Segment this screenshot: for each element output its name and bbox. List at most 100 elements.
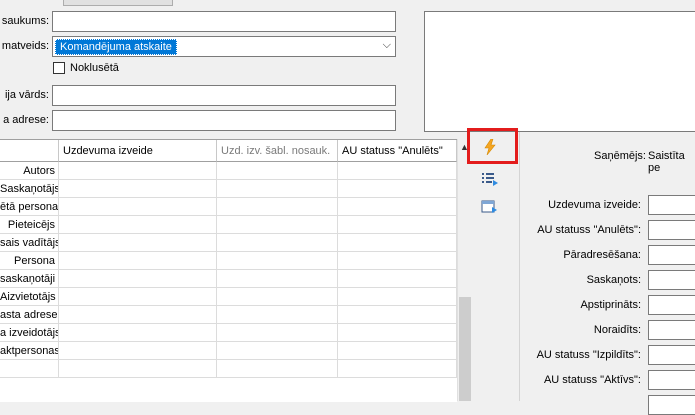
table-cell[interactable] — [338, 270, 457, 288]
table-row[interactable]: a izveidotājs — [0, 324, 457, 342]
table-row[interactable]: aktpersonas — [0, 342, 457, 360]
template-type-selected: Komandējuma atskaite — [55, 39, 177, 55]
table-cell[interactable] — [217, 270, 338, 288]
column-header[interactable]: Uzdevuma izveide — [59, 140, 217, 162]
column-header[interactable]: Uzd. izv. šabl. nosauk. — [217, 140, 338, 162]
recipient-label: Saņēmējs: — [594, 150, 646, 162]
row-header: saskaņotāji — [0, 270, 59, 288]
row-header: Aizvietotājs — [0, 288, 59, 306]
chevron-down-icon[interactable]: ⌵ — [383, 39, 391, 52]
table-cell[interactable] — [59, 288, 217, 306]
table-cell[interactable] — [338, 234, 457, 252]
table-cell[interactable] — [338, 360, 457, 378]
table-row[interactable]: Pieteicējs — [0, 216, 457, 234]
field-input[interactable] — [648, 195, 695, 215]
table-cell[interactable] — [59, 360, 217, 378]
scroll-thumb[interactable] — [459, 297, 471, 401]
template-type-label: matveids: — [1, 40, 49, 52]
table-row[interactable]: Aizvietotājs — [0, 288, 457, 306]
table-cell[interactable] — [338, 324, 457, 342]
table-cell[interactable] — [338, 162, 457, 180]
table-cell[interactable] — [59, 162, 217, 180]
row-header: Persona — [0, 252, 59, 270]
column-header[interactable]: AU statuss "Anulēts" — [338, 140, 457, 162]
template-type-select[interactable]: Komandējuma atskaite ⌵ — [52, 36, 396, 57]
field-label: Saskaņots: — [586, 274, 641, 286]
table-cell[interactable] — [59, 234, 217, 252]
table-cell[interactable] — [217, 234, 338, 252]
row-header: a izveidotājs — [0, 324, 59, 342]
table-cell[interactable] — [338, 216, 457, 234]
table-row[interactable]: Persona — [0, 252, 457, 270]
field-input[interactable] — [648, 345, 695, 365]
grid-scrollbar[interactable]: ▲ — [457, 139, 472, 401]
field-input[interactable] — [648, 370, 695, 390]
top-partial-button[interactable] — [63, 0, 173, 6]
default-checkbox-label: Noklusētā — [70, 62, 119, 74]
table-cell[interactable] — [59, 270, 217, 288]
table-cell[interactable] — [217, 342, 338, 360]
table-row[interactable]: saskaņotāji — [0, 270, 457, 288]
corner-header — [0, 140, 59, 162]
field-label: Apstiprināts: — [580, 299, 641, 311]
default-checkbox[interactable] — [53, 62, 65, 74]
table-cell[interactable] — [217, 252, 338, 270]
table-cell[interactable] — [338, 252, 457, 270]
user-name-label: ija vārds: — [4, 89, 49, 101]
field-label: Noraidīts: — [593, 324, 641, 336]
field-input[interactable] — [648, 395, 695, 415]
permissions-grid: Uzdevuma izveide Uzd. izv. šabl. nosauk.… — [0, 139, 457, 402]
field-label: AU statuss "Anulēts": — [537, 224, 641, 236]
table-cell[interactable] — [217, 360, 338, 378]
window-arrow-button[interactable] — [480, 197, 500, 217]
field-label: AU statuss "Izpildīts": — [536, 349, 641, 361]
field-label: Uzdevuma izveide: — [548, 199, 641, 211]
row-header: aktpersonas — [0, 342, 59, 360]
table-cell[interactable] — [59, 216, 217, 234]
row-header: asta adrese — [0, 306, 59, 324]
row-header: Autors — [0, 162, 59, 180]
table-row[interactable]: Saskaņotājs — [0, 180, 457, 198]
list-arrow-button[interactable] — [480, 169, 500, 189]
field-input[interactable] — [648, 295, 695, 315]
address-input[interactable] — [52, 110, 396, 131]
row-header: sais vadītājs — [0, 234, 59, 252]
table-cell[interactable] — [217, 324, 338, 342]
table-cell[interactable] — [59, 252, 217, 270]
name-label: saukums: — [1, 15, 49, 27]
table-row[interactable] — [0, 360, 457, 378]
table-row[interactable]: Autors — [0, 162, 457, 180]
user-name-input[interactable] — [52, 85, 396, 106]
description-textarea[interactable] — [424, 11, 695, 132]
table-cell[interactable] — [338, 180, 457, 198]
table-cell[interactable] — [217, 162, 338, 180]
table-cell[interactable] — [338, 342, 457, 360]
table-cell[interactable] — [217, 180, 338, 198]
table-row[interactable]: ētā persona — [0, 198, 457, 216]
row-header: Pieteicējs — [0, 216, 59, 234]
table-cell[interactable] — [217, 216, 338, 234]
row-header — [0, 360, 59, 378]
field-input[interactable] — [648, 220, 695, 240]
field-input[interactable] — [648, 270, 695, 290]
highlight-box — [467, 128, 518, 164]
row-header: ētā persona — [0, 198, 59, 216]
window-arrow-icon — [481, 200, 497, 213]
field-input[interactable] — [648, 245, 695, 265]
table-cell[interactable] — [338, 198, 457, 216]
table-row[interactable]: asta adrese — [0, 306, 457, 324]
table-cell[interactable] — [59, 324, 217, 342]
table-cell[interactable] — [217, 306, 338, 324]
table-cell[interactable] — [217, 288, 338, 306]
name-input[interactable] — [52, 11, 396, 32]
table-cell[interactable] — [338, 288, 457, 306]
table-cell[interactable] — [59, 180, 217, 198]
table-cell[interactable] — [217, 198, 338, 216]
table-row[interactable]: sais vadītājs — [0, 234, 457, 252]
table-cell[interactable] — [338, 306, 457, 324]
field-input[interactable] — [648, 320, 695, 340]
table-cell[interactable] — [59, 306, 217, 324]
list-arrow-icon — [482, 173, 498, 186]
table-cell[interactable] — [59, 342, 217, 360]
table-cell[interactable] — [59, 198, 217, 216]
